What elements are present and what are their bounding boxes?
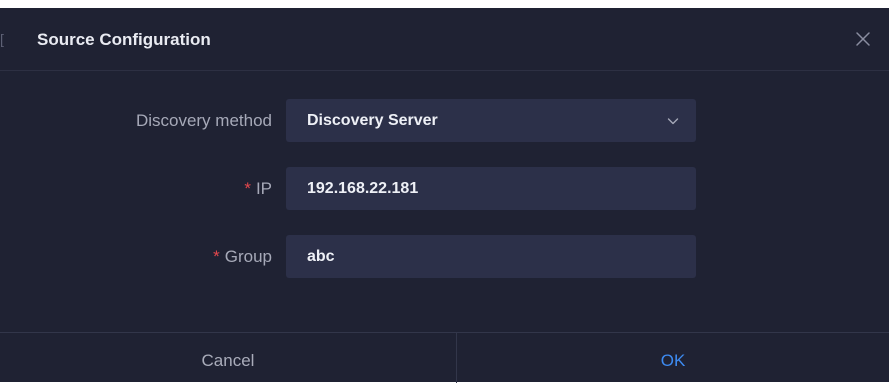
ip-field[interactable] [286, 167, 696, 210]
discovery-method-select[interactable]: Discovery Server [286, 99, 696, 142]
group-field[interactable] [286, 235, 696, 278]
cancel-button[interactable]: Cancel [0, 333, 456, 382]
dialog-header: Source Configuration [0, 8, 889, 71]
ip-row: * IP [0, 167, 889, 211]
discovery-method-label-text: Discovery method [135, 111, 272, 130]
ip-label: * IP [244, 167, 272, 211]
ip-label-text: IP [255, 179, 272, 198]
dialog-title: Source Configuration [37, 30, 211, 49]
discovery-method-value: Discovery Server [307, 112, 438, 129]
source-configuration-dialog: [ Source Configuration Discovery method … [0, 8, 889, 383]
dialog-footer: Cancel OK [0, 332, 889, 383]
group-label: * Group [213, 235, 272, 279]
group-label-text: Group [224, 247, 272, 266]
discovery-method-label: Discovery method [136, 99, 272, 143]
chevron-down-icon [667, 118, 679, 125]
group-row: * Group [0, 235, 889, 279]
ip-input[interactable] [307, 167, 677, 210]
ok-button[interactable]: OK [457, 333, 889, 382]
group-required-mark: * [213, 247, 220, 266]
discovery-method-row: Discovery method Discovery Server [0, 99, 889, 143]
group-input[interactable] [307, 235, 677, 278]
ip-required-mark: * [244, 179, 251, 198]
close-icon[interactable] [850, 26, 876, 52]
